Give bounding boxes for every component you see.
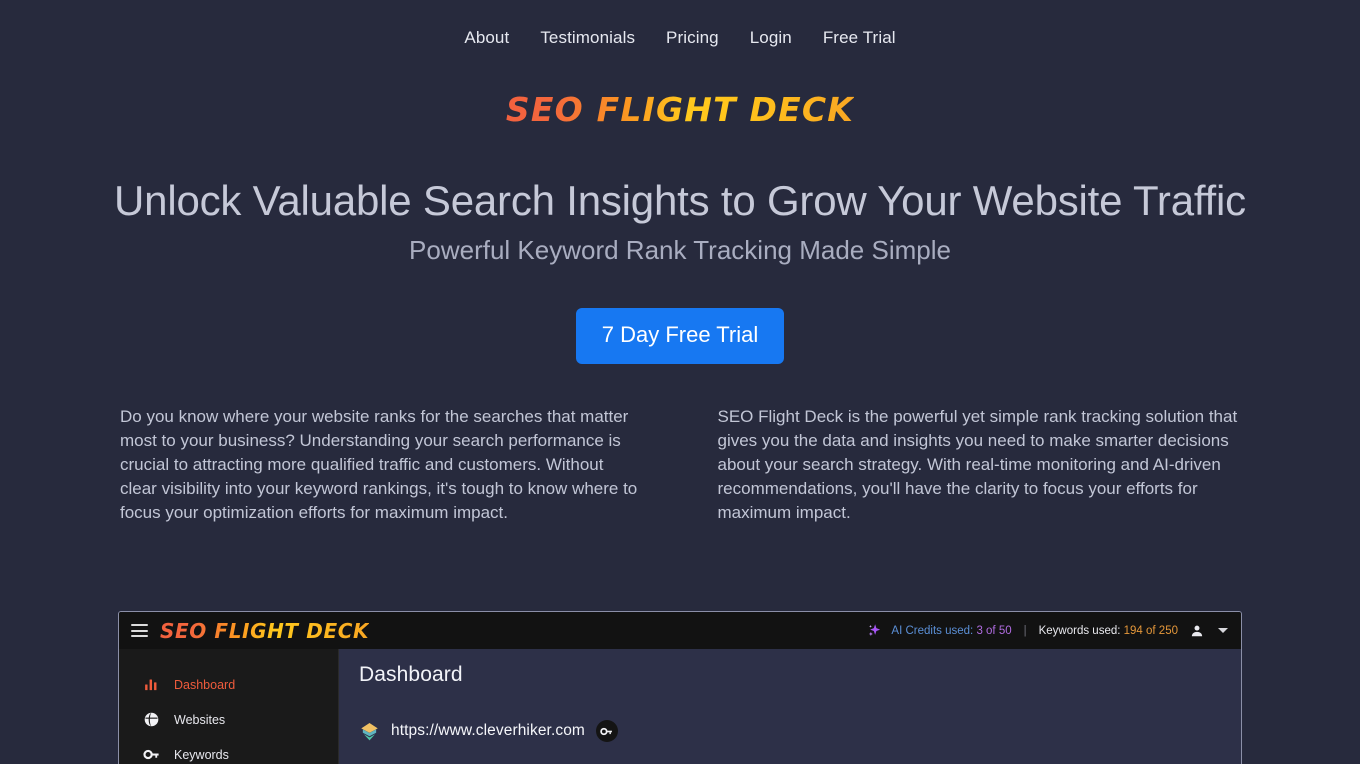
key-icon — [600, 727, 613, 735]
nav-link-pricing[interactable]: Pricing — [666, 28, 719, 48]
nav-link-login[interactable]: Login — [750, 28, 792, 48]
landing-page: About Testimonials Pricing Login Free Tr… — [0, 0, 1360, 764]
top-navigation: About Testimonials Pricing Login Free Tr… — [0, 0, 1360, 76]
cta-row: 7 Day Free Trial — [0, 308, 1360, 364]
ai-credits-status: AI Credits used: 3 of 50 — [891, 625, 1011, 637]
site-row: https://www.cleverhiker.com — [359, 720, 1223, 742]
status-divider: | — [1023, 624, 1027, 637]
user-avatar-icon[interactable] — [1190, 624, 1204, 638]
brand-logo-wrapper: SEO FLIGHT DECK — [0, 90, 1360, 129]
page-subtitle: Powerful Keyword Rank Tracking Made Simp… — [409, 234, 951, 265]
sparkle-icon — [869, 624, 881, 636]
hamburger-icon[interactable] — [131, 624, 148, 637]
intro-column-right: SEO Flight Deck is the powerful yet simp… — [718, 405, 1241, 525]
site-key-badge[interactable] — [595, 720, 618, 742]
ai-credits-value: 3 of 50 — [976, 624, 1012, 637]
free-trial-button[interactable]: 7 Day Free Trial — [575, 308, 785, 364]
intro-column-left: Do you know where your website ranks for… — [120, 405, 643, 525]
dashboard-title: Dashboard — [359, 663, 463, 686]
app-main-content: Dashboard https://www.cleverhiker.com — [339, 649, 1241, 764]
app-screenshot: SEO FLIGHT DECK AI Credits used: 3 of 50… — [118, 611, 1242, 764]
bar-chart-icon — [145, 679, 157, 691]
sidebar-item-dashboard[interactable]: Dashboard — [119, 667, 338, 702]
keywords-used-value: 194 of 250 — [1123, 624, 1178, 637]
nav-link-free-trial[interactable]: Free Trial — [823, 28, 896, 48]
nav-link-testimonials[interactable]: Testimonials — [540, 28, 635, 48]
chevron-down-icon[interactable] — [1218, 628, 1228, 633]
keywords-used-label: Keywords used: — [1038, 624, 1121, 637]
brand-logo[interactable]: SEO FLIGHT DECK — [506, 90, 854, 129]
app-logo[interactable]: SEO FLIGHT DECK — [160, 619, 369, 643]
nav-link-about[interactable]: About — [464, 28, 509, 48]
ai-credits-label: AI Credits used: — [891, 624, 974, 637]
mountain-favicon — [361, 722, 378, 740]
app-header-bar: SEO FLIGHT DECK AI Credits used: 3 of 50… — [119, 612, 1241, 649]
intro-columns: Do you know where your website ranks for… — [120, 405, 1240, 525]
globe-icon — [144, 712, 159, 727]
sidebar-item-websites-label: Websites — [174, 712, 226, 727]
keywords-used-status: Keywords used: 194 of 250 — [1039, 625, 1178, 637]
sidebar-item-dashboard-label: Dashboard — [174, 677, 236, 692]
intro-paragraph-left: Do you know where your website ranks for… — [120, 407, 638, 522]
sidebar-item-websites[interactable]: Websites — [119, 702, 338, 737]
page-title: Unlock Valuable Search Insights to Grow … — [114, 177, 1246, 224]
app-sidebar: Dashboard Websites Keywords — [119, 649, 339, 764]
app-header-status: AI Credits used: 3 of 50 | Keywords used… — [867, 623, 1228, 638]
site-url[interactable]: https://www.cleverhiker.com — [391, 722, 585, 740]
key-icon — [143, 749, 159, 760]
sidebar-item-keywords-label: Keywords — [174, 747, 229, 762]
hero-section: Unlock Valuable Search Insights to Grow … — [0, 176, 1360, 266]
app-body: Dashboard Websites Keywords Dashboard ht… — [119, 649, 1241, 764]
sidebar-item-keywords[interactable]: Keywords — [119, 737, 338, 764]
intro-paragraph-right: SEO Flight Deck is the powerful yet simp… — [717, 407, 1238, 522]
